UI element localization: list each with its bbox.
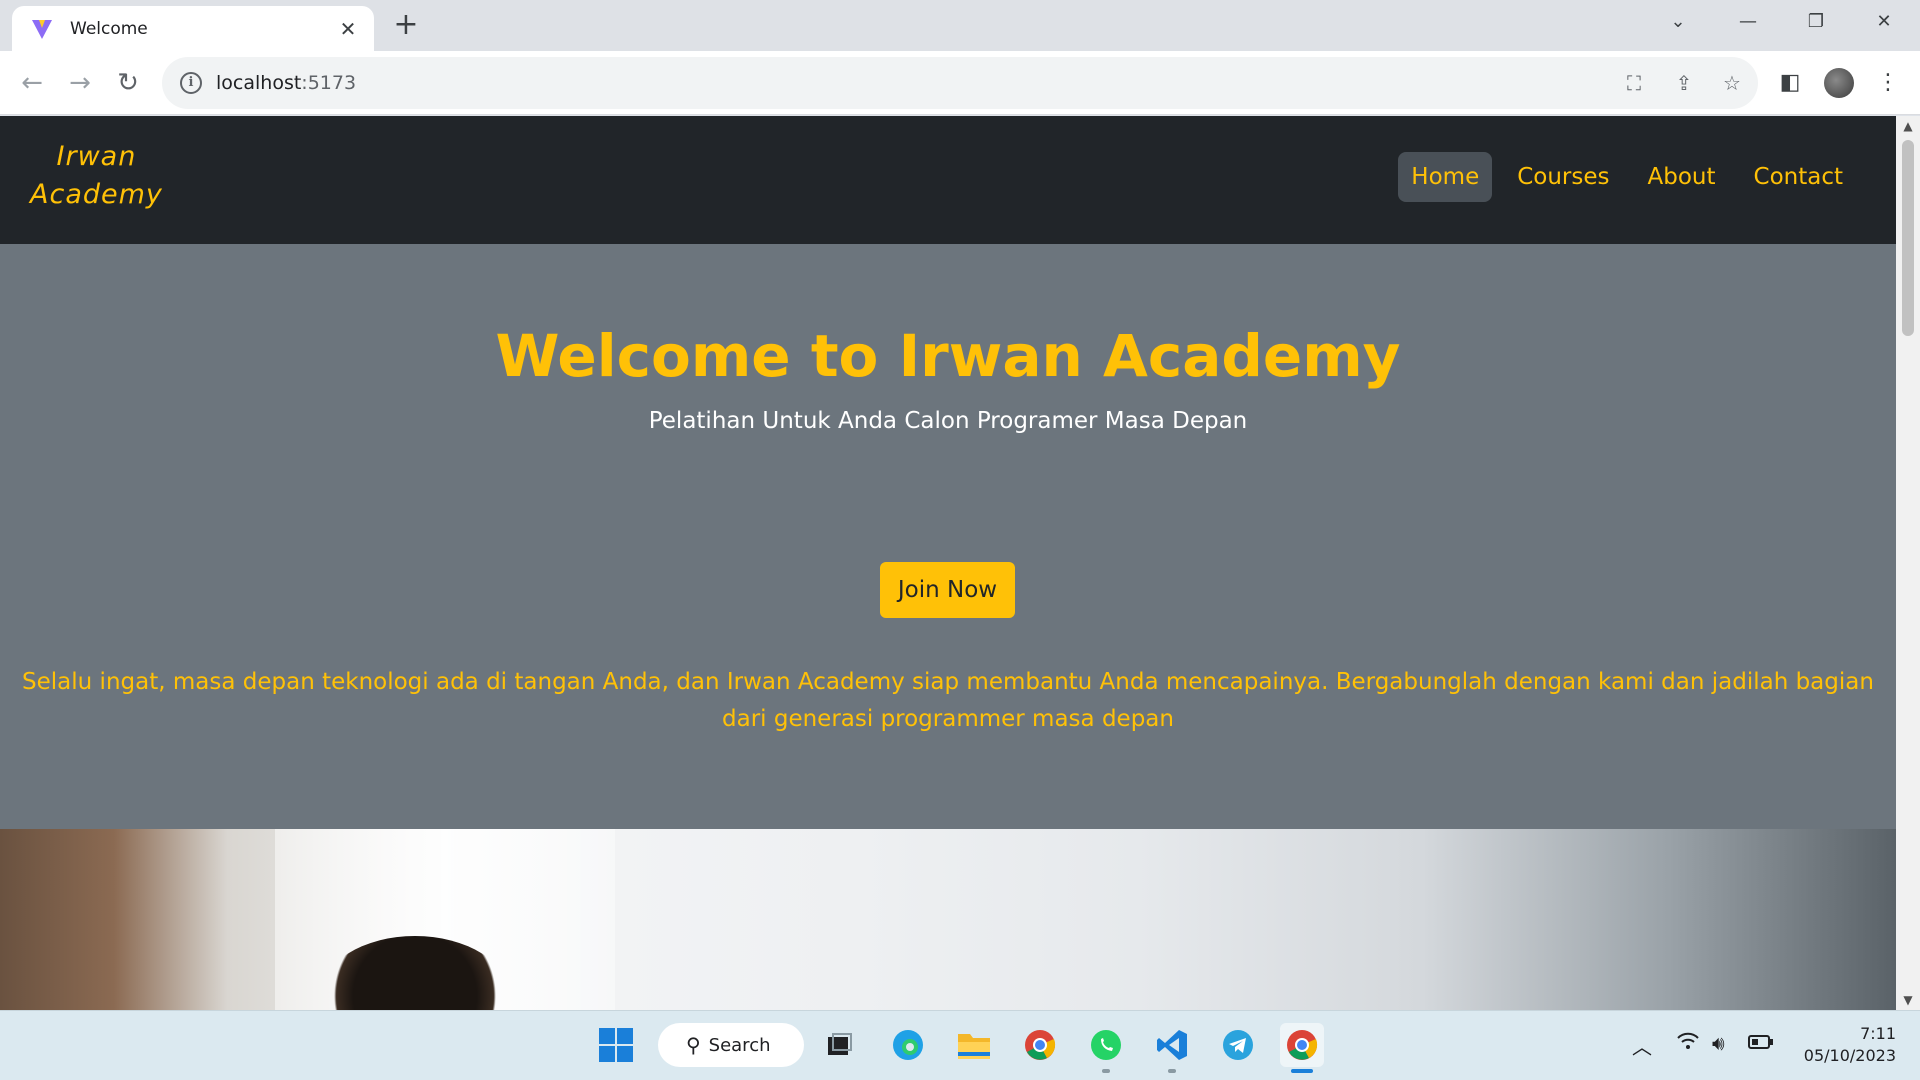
forward-arrow-icon[interactable]: → (62, 65, 98, 101)
battery-icon[interactable] (1748, 1031, 1774, 1055)
nav-links: Home Courses About Contact (1398, 152, 1856, 202)
hero-subtitle: Pelatihan Untuk Anda Calon Programer Mas… (648, 408, 1248, 434)
restore-button[interactable]: ❐ (1796, 6, 1836, 38)
telegram-icon[interactable] (1216, 1023, 1260, 1067)
page-viewport: Irwan Academy Home Courses About Contact… (0, 116, 1896, 1010)
chrome-active-window-icon[interactable] (1280, 1023, 1324, 1067)
windows-taskbar: ⚲ Search ︿ 🔊︎ 7:11 05/10/2023 (0, 1010, 1920, 1080)
taskbar-search-label: Search (708, 1034, 771, 1056)
address-bar[interactable]: i localhost:5173 ⛶ ⇪ ☆ (162, 57, 1758, 109)
edge-browser-icon[interactable] (886, 1023, 930, 1067)
site-navbar: Irwan Academy Home Courses About Contact (0, 116, 1896, 244)
hero-title: Welcome to Irwan Academy (495, 322, 1401, 390)
brand-line-2: Academy (30, 179, 163, 210)
show-hidden-icons-chevron-icon[interactable]: ︿ (1632, 1031, 1652, 1060)
page-scrollbar[interactable]: ▲ ▼ (1896, 116, 1920, 1010)
vscode-icon[interactable] (1150, 1023, 1194, 1067)
hero-section: Welcome to Irwan Academy Pelatihan Untuk… (0, 244, 1896, 829)
reload-icon[interactable]: ↻ (110, 65, 146, 101)
volume-icon[interactable]: 🔊︎ (1712, 1031, 1725, 1055)
nav-home[interactable]: Home (1398, 152, 1493, 202)
scroll-up-arrow-icon[interactable]: ▲ (1896, 116, 1920, 136)
translate-icon[interactable]: ⛶ (1620, 69, 1648, 97)
back-arrow-icon[interactable]: ← (14, 65, 50, 101)
scroll-down-arrow-icon[interactable]: ▼ (1896, 990, 1920, 1010)
whatsapp-icon[interactable] (1084, 1023, 1128, 1067)
whatsapp-running-indicator (1102, 1069, 1110, 1073)
nav-about[interactable]: About (1635, 152, 1729, 202)
vite-favicon-icon (32, 19, 52, 39)
browser-tab-welcome[interactable]: Welcome ✕ (12, 6, 374, 51)
browser-toolbar: ← → ↻ i localhost:5173 ⛶ ⇪ ☆ ◧ ⋮ (0, 51, 1920, 115)
bookmark-star-icon[interactable]: ☆ (1718, 69, 1746, 97)
share-icon[interactable]: ⇪ (1670, 69, 1698, 97)
chrome-active-indicator (1291, 1069, 1313, 1073)
chrome-icon[interactable] (1018, 1023, 1062, 1067)
system-clock[interactable]: 7:11 05/10/2023 (1790, 1023, 1896, 1067)
wifi-icon[interactable] (1676, 1031, 1700, 1056)
hero-paragraph: Selalu ingat, masa depan teknologi ada d… (22, 669, 1874, 732)
task-view-icon[interactable] (818, 1023, 862, 1067)
brand-line-1: Irwan (56, 141, 137, 172)
close-tab-icon[interactable]: ✕ (336, 17, 360, 41)
join-now-button[interactable]: Join Now (880, 562, 1015, 618)
clock-time: 7:11 (1860, 1024, 1896, 1043)
site-info-icon[interactable]: i (180, 72, 202, 94)
menu-kebab-icon[interactable]: ⋮ (1870, 65, 1906, 101)
nav-contact[interactable]: Contact (1741, 152, 1856, 202)
profile-avatar[interactable] (1824, 68, 1854, 98)
tab-search-chevron-icon[interactable]: ⌄ (1658, 6, 1698, 38)
close-window-button[interactable]: ✕ (1864, 6, 1904, 38)
new-tab-button[interactable]: + (390, 10, 422, 42)
nav-courses[interactable]: Courses (1504, 152, 1622, 202)
clock-date: 05/10/2023 (1803, 1046, 1896, 1065)
brand-logo[interactable]: Irwan Academy (30, 138, 163, 214)
file-explorer-icon[interactable] (952, 1023, 996, 1067)
tab-title: Welcome (70, 18, 148, 39)
taskbar-search[interactable]: ⚲ Search (658, 1023, 804, 1067)
scrollbar-thumb[interactable] (1902, 140, 1914, 336)
browser-tabstrip: Welcome ✕ + ⌄ — ❐ ✕ (0, 0, 1920, 51)
windows-start-icon[interactable] (594, 1023, 638, 1067)
minimize-button[interactable]: — (1728, 6, 1768, 38)
side-panel-icon[interactable]: ◧ (1772, 65, 1808, 101)
vscode-running-indicator (1168, 1069, 1176, 1073)
url-text: localhost:5173 (216, 72, 357, 94)
search-icon: ⚲ (686, 1033, 701, 1057)
